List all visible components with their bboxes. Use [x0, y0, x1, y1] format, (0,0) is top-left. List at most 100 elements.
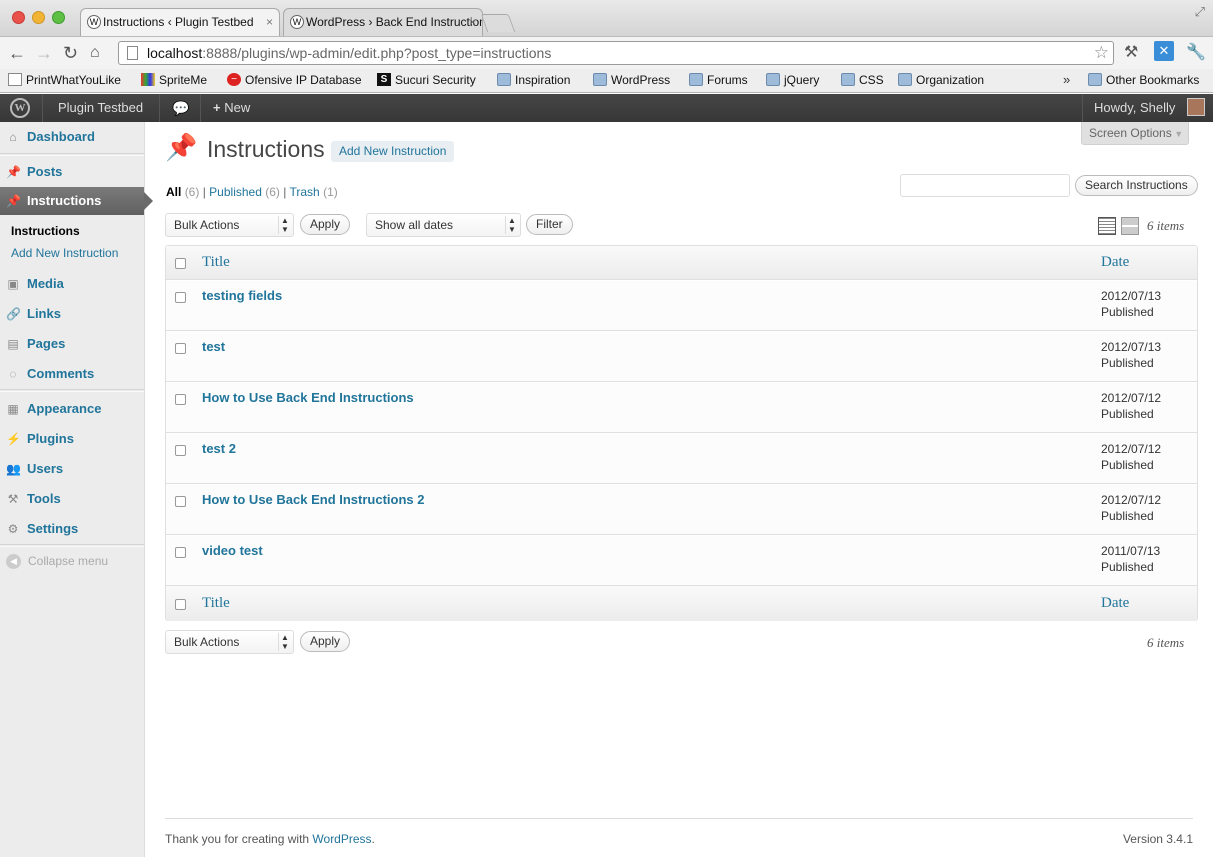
new-tab-button[interactable] — [480, 14, 516, 32]
sidebar-item-pages[interactable]: ▤ Pages — [0, 330, 144, 358]
wordpress-link[interactable]: WordPress — [312, 832, 371, 846]
search-input[interactable] — [900, 174, 1070, 197]
comment-bubble-icon[interactable]: 💬 — [172, 94, 189, 122]
row-title-link[interactable]: How to Use Back End Instructions 2 — [202, 492, 425, 507]
bookmark-folder-jquery[interactable]: jQuery — [766, 73, 819, 87]
fullscreen-icon[interactable]: ⤢ — [1195, 4, 1205, 20]
sidebar-item-posts[interactable]: 📌 Posts — [0, 158, 144, 186]
bookmark-star-icon[interactable]: ☆ — [1094, 42, 1109, 64]
row-title-link[interactable]: test 2 — [202, 441, 236, 456]
bookmark-printwhatyoulike[interactable]: PrintWhatYouLike — [8, 73, 121, 87]
row-title-link[interactable]: testing fields — [202, 288, 282, 303]
row-checkbox[interactable] — [175, 394, 186, 405]
site-name-link[interactable]: Plugin Testbed — [58, 94, 143, 122]
bookmark-folder-forums[interactable]: Forums — [689, 73, 748, 87]
more-bookmarks-chevron-icon[interactable]: » — [1063, 72, 1070, 87]
column-header-date[interactable]: Date — [1101, 254, 1129, 271]
table-header: Title Date — [166, 246, 1197, 280]
extension-hammer-icon[interactable]: ⚒ — [1124, 42, 1138, 62]
bookmark-folder-organization[interactable]: Organization — [898, 73, 984, 87]
folder-icon — [689, 73, 703, 86]
table-row: testing fields 2012/07/13 Published — [166, 280, 1197, 331]
address-bar[interactable]: localhost:8888/plugins/wp-admin/edit.php… — [118, 41, 1114, 65]
row-date: 2012/07/12 Published — [1101, 492, 1161, 524]
view-trash-link[interactable]: Trash — [290, 185, 320, 199]
list-view-icon[interactable] — [1098, 217, 1116, 235]
admin-bar-divider — [1082, 94, 1083, 122]
bulk-actions-select-bottom[interactable]: Bulk Actions ▲ ▼ — [165, 630, 294, 654]
bookmark-folder-inspiration[interactable]: Inspiration — [497, 73, 570, 87]
new-content-button[interactable]: + New — [213, 94, 250, 122]
bookmark-label: Sucuri Security — [395, 73, 476, 87]
screen-options-button[interactable]: Screen Options ▼ — [1081, 122, 1189, 145]
table-row: How to Use Back End Instructions 2 2012/… — [166, 484, 1197, 535]
admin-bar-divider — [42, 94, 43, 122]
row-checkbox[interactable] — [175, 292, 186, 303]
row-checkbox[interactable] — [175, 547, 186, 558]
row-date: 2012/07/13 Published — [1101, 288, 1161, 320]
bookmark-folder-css[interactable]: CSS — [841, 73, 884, 87]
window-minimize-button[interactable] — [32, 11, 45, 24]
apply-button-bottom[interactable]: Apply — [300, 631, 351, 652]
bookmark-spriteme[interactable]: SpriteMe — [141, 73, 207, 87]
sidebar-item-links[interactable]: 🔗 Links — [0, 300, 144, 328]
sidebar-item-users[interactable]: 👥 Users — [0, 455, 144, 483]
sidebar-item-instructions[interactable]: 📌 Instructions — [0, 187, 153, 215]
column-footer-title[interactable]: Title — [202, 595, 230, 612]
collapse-menu-button[interactable]: ◀ Collapse menu — [6, 554, 108, 569]
apply-button-top[interactable]: Apply — [300, 214, 351, 235]
tab-close-icon[interactable]: × — [469, 9, 476, 35]
sidebar-item-label: Plugins — [27, 431, 74, 446]
bookmark-folder-wordpress[interactable]: WordPress — [593, 73, 670, 87]
browser-tab-instructions[interactable]: W Instructions ‹ Plugin Testbed × — [80, 8, 280, 36]
window-close-button[interactable] — [12, 11, 25, 24]
reload-icon[interactable]: ↻ — [63, 42, 78, 64]
date-filter-select[interactable]: Show all dates ▲ ▼ — [366, 213, 521, 237]
sidebar-item-media[interactable]: ▣ Media — [0, 270, 144, 298]
sidebar-item-plugins[interactable]: ⚡ Plugins — [0, 425, 144, 453]
row-checkbox[interactable] — [175, 343, 186, 354]
view-all-link[interactable]: All — [166, 185, 181, 199]
submenu-add-new-instruction[interactable]: Add New Instruction — [11, 246, 118, 260]
select-all-checkbox[interactable] — [175, 258, 186, 269]
sidebar-item-tools[interactable]: ⚒ Tools — [0, 485, 144, 513]
row-title-link[interactable]: How to Use Back End Instructions — [202, 390, 414, 405]
bookmark-ofensive-ip[interactable]: − Ofensive IP Database — [227, 73, 363, 87]
sidebar-item-settings[interactable]: ⚙ Settings — [0, 515, 144, 543]
row-title-link[interactable]: test — [202, 339, 225, 354]
search-instructions-button[interactable]: Search Instructions — [1075, 175, 1198, 196]
browser-tab-wordpress[interactable]: W WordPress › Back End Instructions × — [283, 8, 483, 36]
filter-button[interactable]: Filter — [526, 214, 573, 235]
wrench-settings-icon[interactable]: 🔧 — [1186, 42, 1206, 62]
row-date-value: 2012/07/13 — [1101, 340, 1162, 354]
sidebar-item-appearance[interactable]: ▦ Appearance — [0, 395, 144, 423]
view-published-link[interactable]: Published — [209, 185, 262, 199]
forward-arrow-icon[interactable]: → — [35, 42, 53, 64]
howdy-user-menu[interactable]: Howdy, Shelly — [1094, 94, 1175, 122]
wordpress-favicon-icon: W — [87, 15, 101, 29]
column-header-title[interactable]: Title — [202, 254, 230, 271]
wordpress-logo-icon[interactable]: W — [10, 98, 30, 118]
bookmark-sucuri[interactable]: S Sucuri Security — [377, 73, 476, 87]
add-new-instruction-button[interactable]: Add New Instruction — [331, 141, 455, 162]
bookmark-other-bookmarks[interactable]: Other Bookmarks — [1088, 73, 1199, 87]
sidebar-item-comments[interactable]: ◌ Comments — [0, 360, 144, 388]
url-host: localhost — [147, 45, 203, 61]
window-zoom-button[interactable] — [52, 11, 65, 24]
submenu-instructions[interactable]: Instructions — [11, 224, 80, 238]
tab-close-icon[interactable]: × — [266, 9, 273, 35]
extension-x-icon[interactable]: ✕ — [1154, 41, 1174, 61]
bulk-actions-select-top[interactable]: Bulk Actions ▲ ▼ — [165, 213, 294, 237]
row-checkbox[interactable] — [175, 445, 186, 456]
avatar[interactable] — [1187, 98, 1205, 116]
excerpt-view-icon[interactable] — [1121, 217, 1139, 235]
back-arrow-icon[interactable]: ← — [8, 42, 26, 64]
footer-divider — [165, 818, 1193, 819]
folder-icon — [1088, 73, 1102, 86]
row-title-link[interactable]: video test — [202, 543, 263, 558]
select-all-checkbox-bottom[interactable] — [175, 599, 186, 610]
column-footer-date[interactable]: Date — [1101, 595, 1129, 612]
sidebar-item-dashboard[interactable]: ⌂ Dashboard — [0, 123, 144, 151]
row-checkbox[interactable] — [175, 496, 186, 507]
home-icon[interactable]: ⌂ — [90, 42, 100, 64]
